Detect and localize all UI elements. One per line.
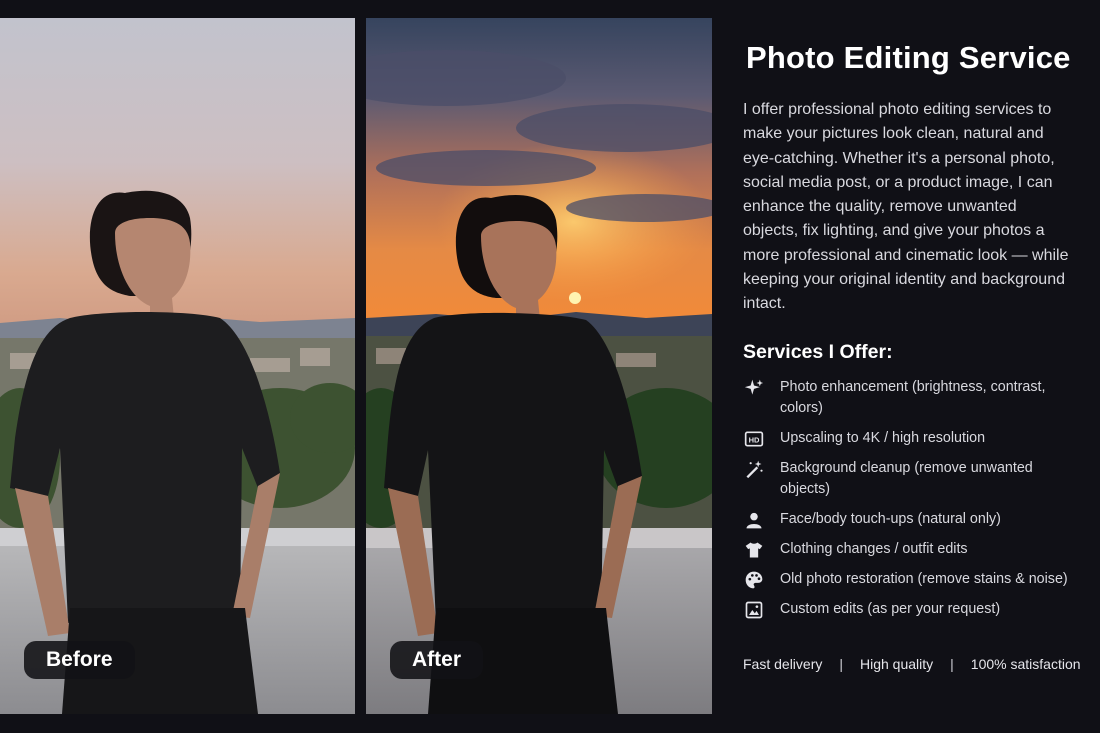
palette-icon <box>743 570 765 590</box>
footer-item-satisfaction: 100% satisfaction <box>970 656 1081 672</box>
service-text: Custom edits (as per your request) <box>780 600 1001 617</box>
service-text: Face/body touch-ups (natural only) <box>780 510 1001 527</box>
service-text: Clothing changes / outfit edits <box>780 540 968 557</box>
sparkle-icon <box>743 378 765 398</box>
service-text: Photo enhancement (brightness, contrast,… <box>780 378 1046 416</box>
service-text: Old photo restoration (remove stains & n… <box>780 570 1068 587</box>
before-label: Before <box>24 641 135 679</box>
list-item: Background cleanup (remove unwanted obje… <box>743 458 1083 500</box>
list-item: Clothing changes / outfit edits <box>743 539 1083 560</box>
after-photo <box>366 18 712 714</box>
hd-icon: HD <box>743 429 765 449</box>
page-title: Photo Editing Service <box>746 40 1071 75</box>
footer-highlights: Fast delivery | High quality | 100% sati… <box>743 656 1081 672</box>
before-photo-panel: Before <box>0 18 355 714</box>
after-label: After <box>390 641 484 679</box>
list-item: Old photo restoration (remove stains & n… <box>743 569 1083 590</box>
service-text: Background cleanup (remove unwanted obje… <box>780 459 1033 497</box>
footer-separator: | <box>950 656 954 672</box>
info-column: Photo Editing Service I offer profession… <box>743 40 1083 629</box>
svg-text:HD: HD <box>749 435 760 444</box>
list-item: HD Upscaling to 4K / high resolution <box>743 428 1083 449</box>
footer-item-high-quality: High quality <box>860 656 934 672</box>
magic-wand-icon <box>743 459 765 479</box>
service-text: Upscaling to 4K / high resolution <box>780 429 986 446</box>
list-item: Photo enhancement (brightness, contrast,… <box>743 377 1083 419</box>
list-item: Custom edits (as per your request) <box>743 599 1083 620</box>
before-photo <box>0 18 355 714</box>
services-list: Photo enhancement (brightness, contrast,… <box>743 377 1083 620</box>
service-description: I offer professional photo editing servi… <box>743 101 1069 313</box>
footer-separator: | <box>839 656 843 672</box>
after-photo-panel: After <box>366 18 712 714</box>
page: Before After Photo Editing Service I off… <box>0 0 1100 733</box>
services-heading: Services I Offer: <box>743 340 893 363</box>
person-icon <box>743 510 765 530</box>
image-icon <box>743 600 765 620</box>
tshirt-icon <box>743 540 765 560</box>
footer-item-fast-delivery: Fast delivery <box>743 656 823 672</box>
list-item: Face/body touch-ups (natural only) <box>743 509 1083 530</box>
